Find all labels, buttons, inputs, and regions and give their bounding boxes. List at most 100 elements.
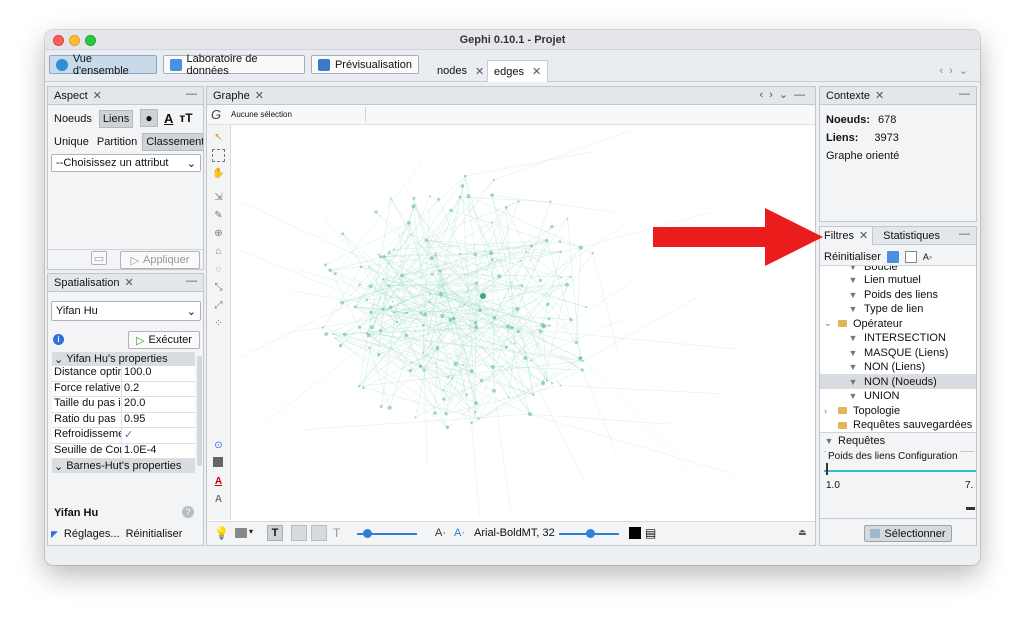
property-value[interactable]: 1.0E-4 [122, 444, 156, 459]
attribute-select[interactable]: --Choisissez un attribut ⌄ [51, 154, 201, 172]
zoom-icon[interactable]: ⊙ [212, 439, 225, 452]
export-icon[interactable] [886, 251, 899, 263]
text-icon[interactable]: T [333, 526, 340, 540]
reset-layout-link[interactable]: Réinitialiser [126, 528, 183, 540]
drag-icon[interactable]: ✋ [212, 167, 225, 180]
run-layout-button[interactable]: ▷ Exécuter [128, 331, 200, 349]
expand-icon[interactable]: ⏏ [798, 527, 807, 538]
apply-button[interactable]: ▷ Appliquer [120, 251, 200, 269]
text-color-icon[interactable]: A [164, 111, 173, 126]
property-row[interactable]: Distance optimale100.0 [52, 366, 195, 382]
select-button[interactable]: Sélectionner [864, 525, 952, 542]
lightbulb-icon[interactable]: 💡 [214, 526, 229, 540]
tree-folder[interactable]: Requêtes sauvegardées [824, 419, 972, 431]
close-icon[interactable]: ✕ [124, 276, 133, 289]
rectangle-select-icon[interactable] [212, 149, 225, 162]
decrease-font-icon[interactable]: A· [435, 527, 446, 539]
tree-item[interactable]: ▼ UNION [848, 390, 900, 402]
text-size-icon[interactable]: тT [179, 111, 192, 125]
info-icon[interactable]: i [53, 334, 64, 345]
tab-nodes[interactable]: nodes ✕ [431, 60, 490, 82]
edge-color-icon[interactable] [311, 525, 327, 541]
close-icon[interactable]: ✕ [255, 89, 264, 102]
close-icon[interactable]: ✕ [475, 65, 484, 78]
property-value[interactable]: 100.0 [122, 366, 152, 381]
size-icon[interactable]: ⊕ [212, 227, 225, 240]
tree-item[interactable]: ▼ NON (Liens) [848, 361, 926, 373]
close-icon[interactable]: ✕ [93, 89, 102, 102]
shortest-path-icon[interactable]: ⤡ [212, 281, 225, 294]
tree-folder[interactable]: › Topologie [824, 405, 900, 417]
save-query-icon[interactable] [904, 251, 917, 263]
tab-navigation-arrows[interactable]: ‹›⌄— [759, 88, 811, 101]
property-row[interactable]: Force relative 0.2 [52, 381, 195, 397]
close-icon[interactable]: ✕ [875, 89, 884, 102]
heat-icon[interactable]: ◌ [212, 263, 225, 276]
label-size-icon[interactable]: A [212, 493, 225, 506]
mode-preview-button[interactable]: Prévisualisation [311, 55, 419, 74]
brush-icon[interactable]: ✎ [212, 209, 225, 222]
font-selector[interactable]: Arial-BoldMT, 32 [474, 527, 555, 539]
mode-data-lab-button[interactable]: Laboratoire de données [163, 53, 305, 77]
tab-edges[interactable]: edges ✕ [487, 60, 549, 82]
chevron-down-icon[interactable]: ▾ [249, 527, 253, 536]
property-group-barnes-hut[interactable]: ⌄ Barnes-Hut's properties [52, 459, 195, 473]
property-value[interactable]: 0.2 [122, 382, 139, 397]
edit-icon[interactable]: ⇲ [212, 191, 225, 204]
edge-labels-icon[interactable] [291, 525, 307, 541]
palette-icon[interactable]: ● [140, 109, 158, 127]
pointer-icon[interactable]: ↖ [212, 131, 225, 144]
node-pencil-icon[interactable]: ⁘ [212, 317, 225, 330]
range-slider-handle-min[interactable] [826, 463, 828, 475]
minimize-icon[interactable]: — [186, 275, 197, 287]
tree-item[interactable]: ▼ INTERSECTION [848, 332, 946, 344]
reset-filters-button[interactable]: Réinitialiser [824, 251, 881, 263]
close-icon[interactable]: ✕ [859, 229, 868, 242]
palette-button[interactable]: ▭ [91, 251, 107, 265]
screenshot-icon[interactable] [235, 528, 247, 538]
slider-knob[interactable] [363, 529, 372, 538]
show-labels-icon[interactable]: T [267, 525, 283, 541]
range-slider-handle-max[interactable] [966, 507, 975, 510]
slider-knob[interactable] [586, 529, 595, 538]
property-value[interactable]: 0.95 [122, 413, 145, 428]
painter-icon[interactable]: ⌂ [212, 245, 225, 258]
minimize-icon[interactable]: — [959, 88, 970, 100]
edge-pencil-icon[interactable]: ⤢ [212, 299, 225, 312]
help-icon[interactable]: ? [182, 506, 194, 518]
tab-partition[interactable]: Partition [94, 134, 140, 150]
mode-overview-button[interactable]: Vue d'ensemble [49, 53, 157, 77]
tree-folder[interactable]: ⌄ Opérateur [824, 318, 903, 330]
tab-liens[interactable]: Liens [98, 110, 134, 128]
tree-item-selected[interactable]: ▼ NON (Noeuds) [848, 376, 937, 388]
label-settings-icon[interactable]: ▤ [645, 526, 656, 540]
tab-unique[interactable]: Unique [51, 134, 92, 150]
label-color-icon[interactable]: A [212, 475, 225, 488]
font-color-swatch[interactable] [629, 527, 641, 539]
close-icon[interactable]: ✕ [532, 65, 541, 78]
tree-item[interactable]: ▼ Lien mutuel [848, 274, 921, 286]
tab-contexte[interactable]: Contexte ✕ [824, 87, 886, 105]
minimize-icon[interactable]: — [959, 228, 970, 240]
graph-canvas[interactable] [232, 126, 815, 520]
tab-filtres[interactable]: Filtres ✕ [820, 227, 874, 245]
property-row[interactable]: Taille du pas initial20.0 [52, 397, 195, 413]
tree-item[interactable]: ▼ Poids des liens [848, 289, 938, 301]
minimize-icon[interactable]: — [186, 88, 197, 100]
tree-item[interactable]: ▼ MASQUE (Liens) [848, 347, 949, 359]
tree-item[interactable]: ▼ Type de lien [848, 303, 924, 315]
layout-algorithm-select[interactable]: Yifan Hu ⌄ [51, 301, 201, 321]
tree-item[interactable]: ▼ Boucle [848, 266, 898, 273]
range-slider-track[interactable] [824, 470, 976, 472]
tab-aspect[interactable]: Aspect ✕ [52, 87, 104, 105]
property-group-yifan-hu[interactable]: ⌄ Yifan Hu's properties [52, 352, 195, 366]
tab-statistiques[interactable]: Statistiques [873, 227, 950, 245]
tab-classement[interactable]: Classement [142, 133, 203, 151]
tab-graphe[interactable]: Graphe ✕ [211, 87, 266, 105]
tab-noeuds[interactable]: Noeuds [51, 111, 95, 127]
increase-font-icon[interactable]: A· [454, 527, 465, 539]
background-color-icon[interactable] [213, 457, 223, 467]
settings-link[interactable]: Réglages... [64, 528, 120, 540]
scrollbar[interactable] [197, 356, 202, 466]
property-row[interactable]: Refroidissement adaptatif✓ [52, 428, 195, 444]
